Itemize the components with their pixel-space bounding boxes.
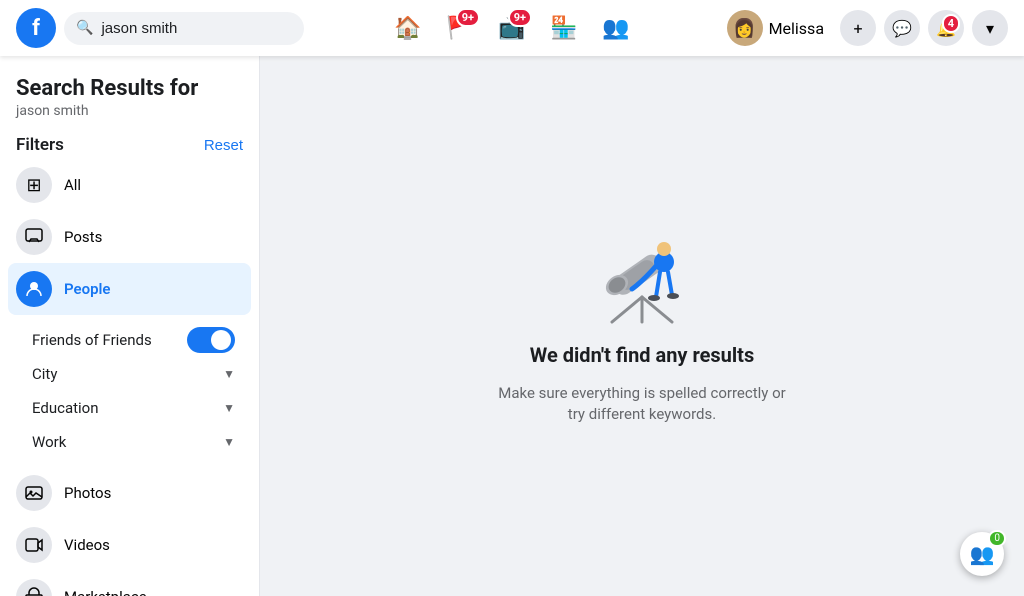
nav-home-button[interactable]: 🏠 bbox=[384, 4, 432, 52]
videos-icon bbox=[16, 527, 52, 563]
chat-icon: 👥 bbox=[970, 542, 995, 566]
nav-groups-button[interactable]: 👥 bbox=[592, 4, 640, 52]
user-name: Melissa bbox=[769, 19, 824, 38]
search-input[interactable] bbox=[101, 20, 281, 37]
friends-of-friends-label: Friends of Friends bbox=[32, 331, 152, 349]
notifications-button[interactable]: 🔔 4 bbox=[928, 10, 964, 46]
nav-right: 👩 Melissa + 💬 🔔 4 ▾ bbox=[677, 6, 1008, 50]
home-icon: 🏠 bbox=[394, 16, 421, 41]
posts-icon bbox=[16, 219, 52, 255]
menu-button[interactable]: ▾ bbox=[972, 10, 1008, 46]
top-nav: f 🔍 🏠 🚩 9+ 📺 9+ 🏪 👥 👩 Melissa bbox=[0, 0, 1024, 56]
chevron-down-icon: ▾ bbox=[986, 19, 994, 38]
pages-badge: 9+ bbox=[456, 8, 480, 27]
sidebar-item-label: Videos bbox=[64, 536, 110, 554]
people-sub-filters: Friends of Friends City ▼ Education ▼ Wo… bbox=[8, 315, 251, 467]
no-results-title: We didn't find any results bbox=[530, 343, 754, 367]
messenger-button[interactable]: 💬 bbox=[884, 10, 920, 46]
photos-icon bbox=[16, 475, 52, 511]
sidebar-item-label: All bbox=[64, 176, 81, 194]
sidebar-item-posts[interactable]: Posts bbox=[8, 211, 251, 263]
main-content: We didn't find any results Make sure eve… bbox=[260, 56, 1024, 596]
sidebar-item-videos[interactable]: Videos bbox=[8, 519, 251, 571]
education-filter-row[interactable]: Education ▼ bbox=[24, 391, 243, 425]
people-icon bbox=[16, 271, 52, 307]
plus-icon: + bbox=[853, 19, 862, 38]
sidebar-item-photos[interactable]: Photos bbox=[8, 467, 251, 519]
facebook-logo[interactable]: f bbox=[16, 8, 56, 48]
work-filter-row[interactable]: Work ▼ bbox=[24, 425, 243, 459]
work-label: Work bbox=[32, 433, 66, 451]
city-filter-row[interactable]: City ▼ bbox=[24, 357, 243, 391]
sidebar: Search Results for jason smith Filters R… bbox=[0, 56, 260, 596]
messenger-icon: 💬 bbox=[892, 19, 912, 38]
search-icon: 🔍 bbox=[76, 20, 93, 36]
nav-pages-button[interactable]: 🚩 9+ bbox=[436, 4, 484, 52]
sidebar-item-label: Photos bbox=[64, 484, 111, 502]
search-results-title: Search Results for bbox=[16, 76, 243, 101]
sidebar-header: Search Results for jason smith bbox=[8, 68, 251, 123]
search-query-subtitle: jason smith bbox=[16, 103, 243, 119]
filters-row: Filters Reset bbox=[8, 123, 251, 159]
city-chevron-icon: ▼ bbox=[223, 367, 235, 381]
marketplace-icon: 🏪 bbox=[550, 16, 577, 41]
nav-watch-button[interactable]: 📺 9+ bbox=[488, 4, 536, 52]
floating-badge: 0 bbox=[988, 530, 1006, 547]
floating-chat-button[interactable]: 👥 0 bbox=[960, 532, 1004, 576]
filters-label: Filters bbox=[16, 135, 64, 155]
avatar: 👩 bbox=[727, 10, 763, 46]
sidebar-item-people[interactable]: People bbox=[8, 263, 251, 315]
main-layout: Search Results for jason smith Filters R… bbox=[0, 56, 1024, 596]
no-results-illustration bbox=[582, 227, 702, 327]
sidebar-item-all[interactable]: ⊞ All bbox=[8, 159, 251, 211]
education-label: Education bbox=[32, 399, 99, 417]
empty-state: We didn't find any results Make sure eve… bbox=[492, 227, 792, 425]
add-button[interactable]: + bbox=[840, 10, 876, 46]
reset-button[interactable]: Reset bbox=[204, 137, 243, 154]
nav-center: 🏠 🚩 9+ 📺 9+ 🏪 👥 bbox=[347, 4, 678, 52]
notifications-badge: 4 bbox=[942, 14, 960, 33]
sidebar-item-marketplace[interactable]: Marketplace bbox=[8, 571, 251, 596]
watch-badge: 9+ bbox=[508, 8, 532, 27]
sidebar-item-label: People bbox=[64, 280, 111, 298]
groups-icon: 👥 bbox=[602, 16, 629, 41]
friends-of-friends-toggle[interactable] bbox=[187, 327, 235, 353]
all-icon: ⊞ bbox=[16, 167, 52, 203]
marketplace-filter-icon bbox=[16, 579, 52, 596]
user-profile-button[interactable]: 👩 Melissa bbox=[719, 6, 832, 50]
work-chevron-icon: ▼ bbox=[223, 435, 235, 449]
search-bar[interactable]: 🔍 bbox=[64, 12, 304, 45]
sidebar-item-label: Marketplace bbox=[64, 588, 147, 596]
nav-left: f 🔍 bbox=[16, 8, 347, 48]
friends-of-friends-row: Friends of Friends bbox=[24, 323, 243, 357]
no-results-subtitle: Make sure everything is spelled correctl… bbox=[492, 383, 792, 425]
nav-marketplace-button[interactable]: 🏪 bbox=[540, 4, 588, 52]
city-label: City bbox=[32, 365, 57, 383]
education-chevron-icon: ▼ bbox=[223, 401, 235, 415]
sidebar-item-label: Posts bbox=[64, 228, 102, 246]
